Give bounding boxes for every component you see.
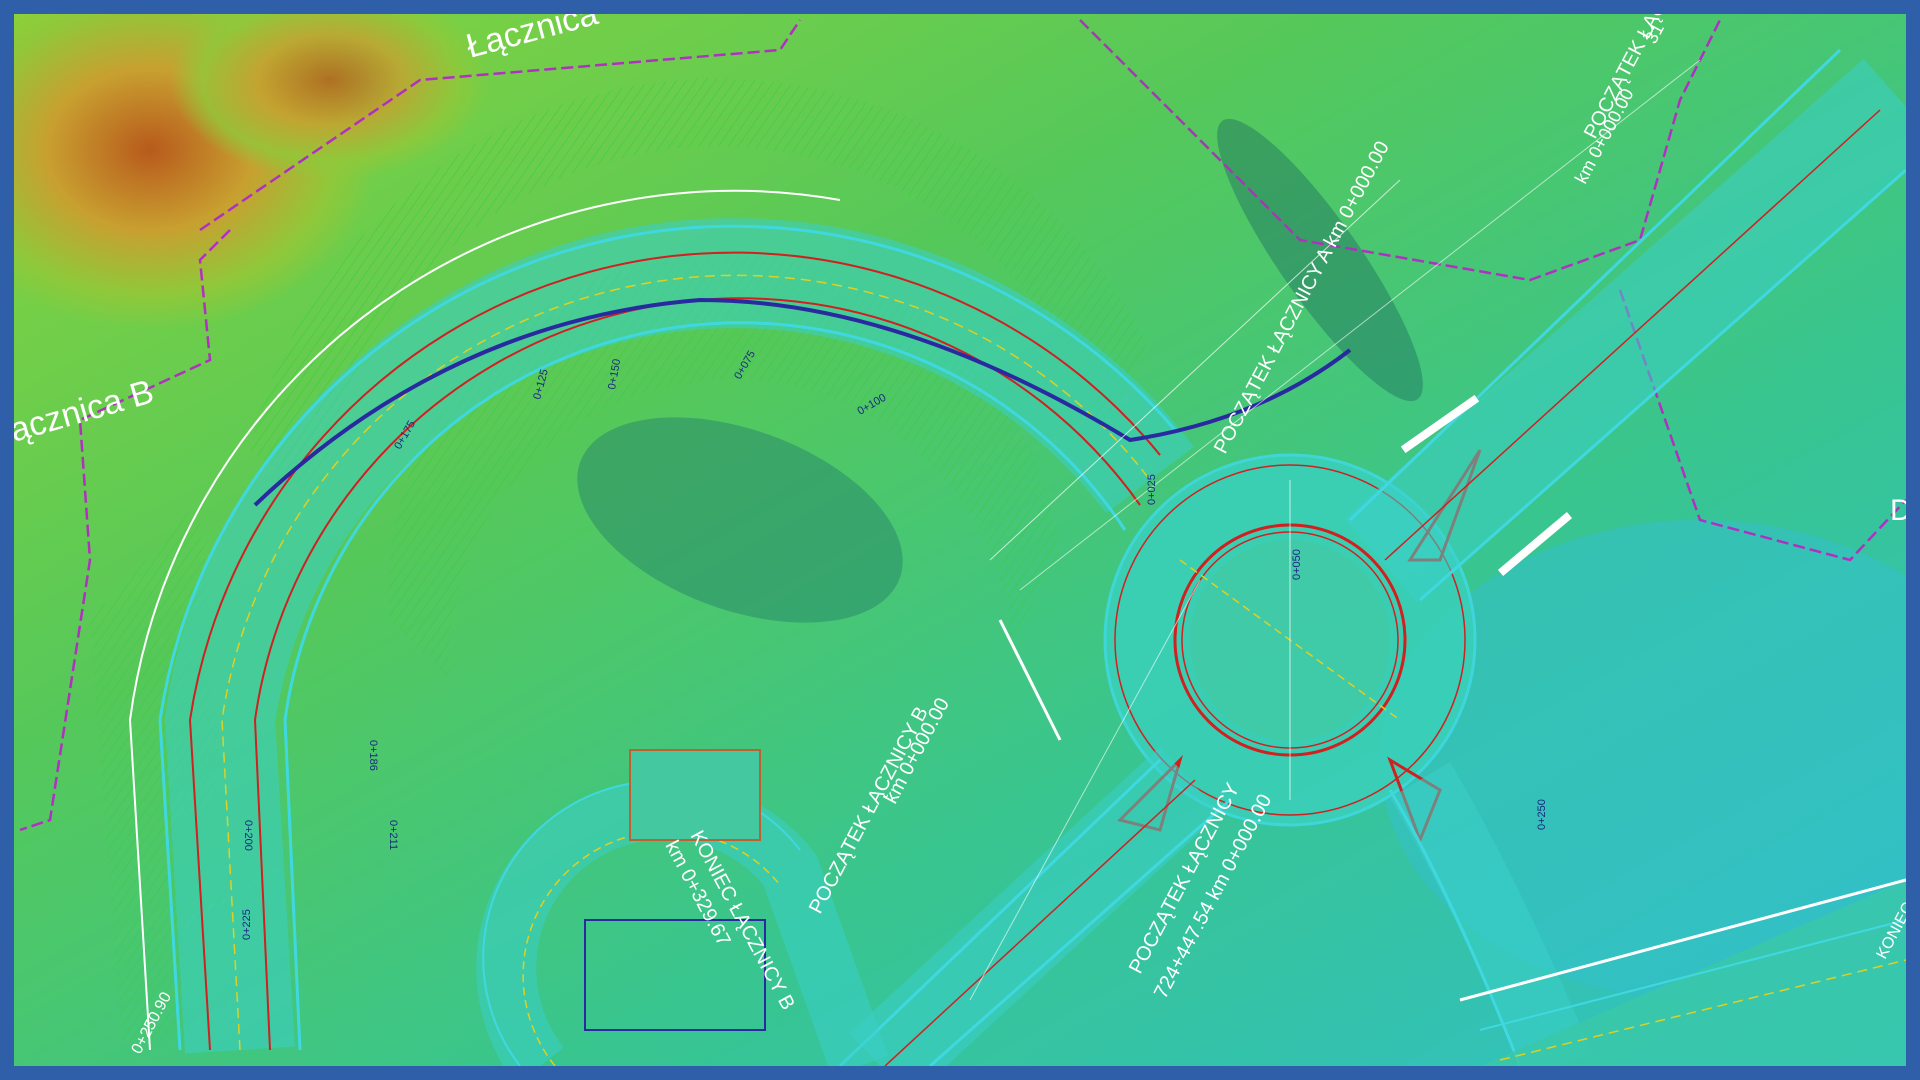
chainage-label: 0+211 (387, 820, 399, 850)
chainage-label: 0+200 (242, 820, 254, 851)
chainage-label: 0+025 (1146, 474, 1158, 505)
chainage-label: 0+050 (1291, 549, 1303, 580)
chainage-label: 0+186 (367, 740, 379, 771)
chainage-label: 0+225 (241, 909, 253, 940)
map-frame: 0+125 0+150 0+175 0+200 0+225 0+100 0+07… (0, 0, 1920, 1080)
road-design-map[interactable]: 0+125 0+150 0+175 0+200 0+225 0+100 0+07… (14, 14, 1906, 1066)
building-plot (629, 749, 761, 841)
chainage-label: 0+250 (1536, 799, 1548, 830)
label-right-edge: D (1890, 494, 1906, 527)
